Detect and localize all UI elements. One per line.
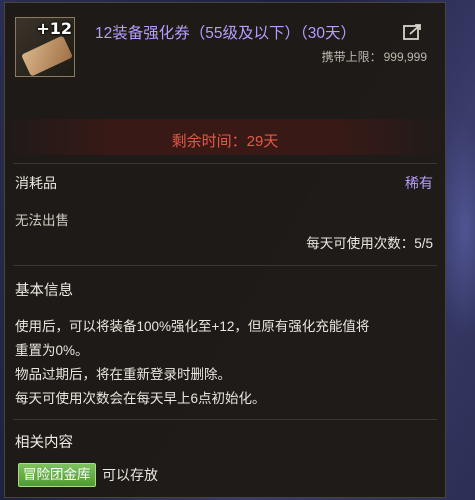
description-line: 使用后，可以将装备100%强化至+12，但原有强化充能值将 bbox=[15, 319, 370, 334]
remaining-time: 剩余时间：29天 bbox=[171, 133, 279, 150]
basic-info-title: 基本信息 bbox=[15, 283, 73, 299]
description-line: 每天可使用次数会在每天早上6点初始化。 bbox=[15, 391, 266, 406]
storable-text: 可以存放 bbox=[102, 467, 158, 483]
daily-uses: 每天可使用次数：5/5 bbox=[306, 236, 433, 251]
adventure-vault-badge[interactable]: 冒险团金库 bbox=[18, 463, 96, 487]
description-line: 物品过期后，将在重新登录时删除。 bbox=[15, 367, 231, 382]
carry-limit-label: 携带上限： bbox=[321, 50, 382, 64]
carry-limit: 携带上限： 999,999 bbox=[322, 48, 427, 65]
basic-info-description: 使用后，可以将装备100%强化至+12，但原有强化充能值将 重置为0%。 物品过… bbox=[15, 315, 435, 411]
divider bbox=[13, 265, 437, 266]
item-type: 消耗品 bbox=[15, 175, 57, 191]
ticket-icon bbox=[21, 35, 73, 76]
tooltip-header: +12 12装备强化券（55级及以下）（30天） 携带上限： 999,999 bbox=[5, 3, 445, 113]
related-title: 相关内容 bbox=[15, 435, 73, 451]
enhance-level-badge: +12 bbox=[36, 19, 72, 38]
divider bbox=[13, 163, 437, 164]
carry-limit-value: 999,999 bbox=[383, 50, 427, 64]
share-icon[interactable] bbox=[403, 23, 423, 41]
trade-restriction: 无法出售 bbox=[15, 213, 69, 228]
item-rarity: 稀有 bbox=[405, 175, 433, 191]
item-tooltip: +12 12装备强化券（55级及以下）（30天） 携带上限： 999,999 剩余… bbox=[4, 2, 446, 498]
divider bbox=[13, 419, 437, 420]
item-title: 12装备强化券（55级及以下）（30天） bbox=[95, 25, 356, 42]
item-icon: +12 bbox=[15, 17, 75, 77]
description-line: 重置为0%。 bbox=[15, 343, 89, 358]
